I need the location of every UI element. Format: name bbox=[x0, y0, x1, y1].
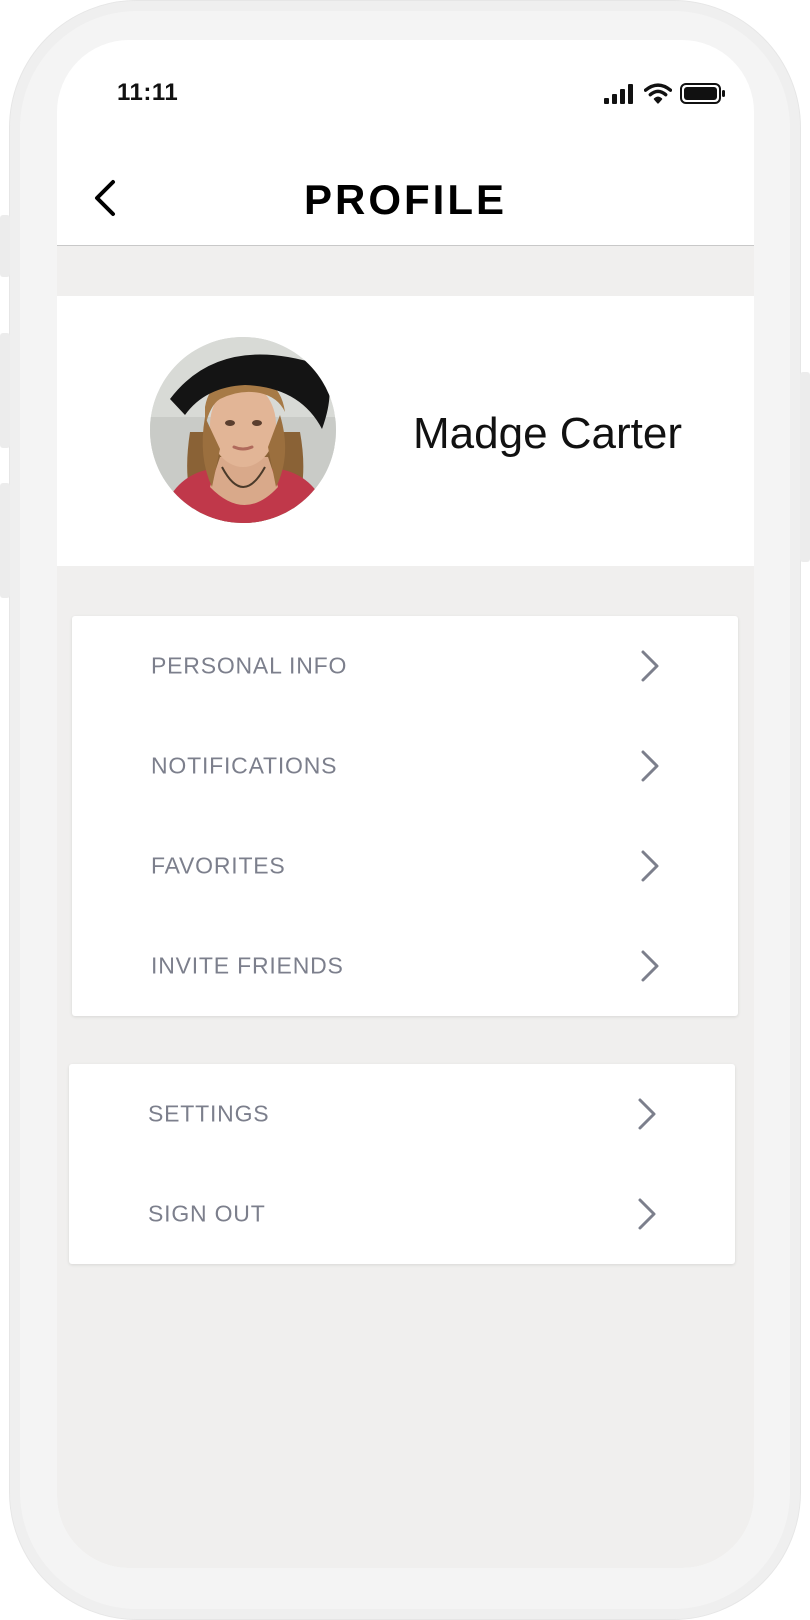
menu-item-favorites[interactable]: FAVORITES bbox=[72, 816, 738, 916]
menu-card-secondary: SETTINGS SIGN OUT bbox=[69, 1064, 735, 1264]
phone-side-button bbox=[0, 215, 10, 277]
phone-side-button bbox=[0, 483, 10, 598]
menu-item-sign-out[interactable]: SIGN OUT bbox=[69, 1164, 735, 1264]
menu-item-label: FAVORITES bbox=[151, 852, 286, 879]
menu-item-label: INVITE FRIENDS bbox=[151, 952, 344, 979]
menu-card-primary: PERSONAL INFO NOTIFICATIONS FAVORITES IN… bbox=[72, 616, 738, 1016]
battery-icon bbox=[680, 83, 725, 104]
menu-item-settings[interactable]: SETTINGS bbox=[69, 1064, 735, 1164]
status-time: 11:11 bbox=[117, 79, 179, 106]
chevron-right-icon bbox=[641, 650, 659, 682]
menu-item-label: SIGN OUT bbox=[148, 1200, 266, 1227]
chevron-right-icon bbox=[641, 750, 659, 782]
profile-name: Madge Carter bbox=[413, 409, 683, 458]
status-icons bbox=[604, 82, 726, 104]
status-bar: 11:11 bbox=[57, 40, 754, 140]
avatar-photo bbox=[150, 337, 336, 523]
menu-item-notifications[interactable]: NOTIFICATIONS bbox=[72, 716, 738, 816]
chevron-right-icon bbox=[641, 850, 659, 882]
chevron-right-icon bbox=[638, 1198, 656, 1230]
wifi-icon bbox=[644, 83, 672, 104]
phone-side-button bbox=[0, 333, 10, 448]
profile-card: Madge Carter bbox=[57, 296, 754, 566]
menu-item-label: PERSONAL INFO bbox=[151, 652, 348, 679]
chevron-right-icon bbox=[638, 1098, 656, 1130]
menu-item-label: SETTINGS bbox=[148, 1100, 270, 1127]
menu-item-invite-friends[interactable]: INVITE FRIENDS bbox=[72, 916, 738, 1016]
menu-item-label: NOTIFICATIONS bbox=[151, 752, 338, 779]
page-title: PROFILE bbox=[303, 176, 507, 223]
menu-item-personal-info[interactable]: PERSONAL INFO bbox=[72, 616, 738, 716]
avatar[interactable] bbox=[150, 337, 336, 523]
phone-screen: 11:11 PROFILE Madge Carter PERSONAL INFO… bbox=[57, 40, 754, 1568]
nav-bar: PROFILE bbox=[57, 140, 754, 246]
phone-side-button bbox=[800, 372, 810, 562]
content-area: Madge Carter PERSONAL INFO NOTIFICATIONS… bbox=[57, 246, 754, 1568]
signal-icon bbox=[604, 84, 633, 104]
chevron-right-icon bbox=[641, 950, 659, 982]
